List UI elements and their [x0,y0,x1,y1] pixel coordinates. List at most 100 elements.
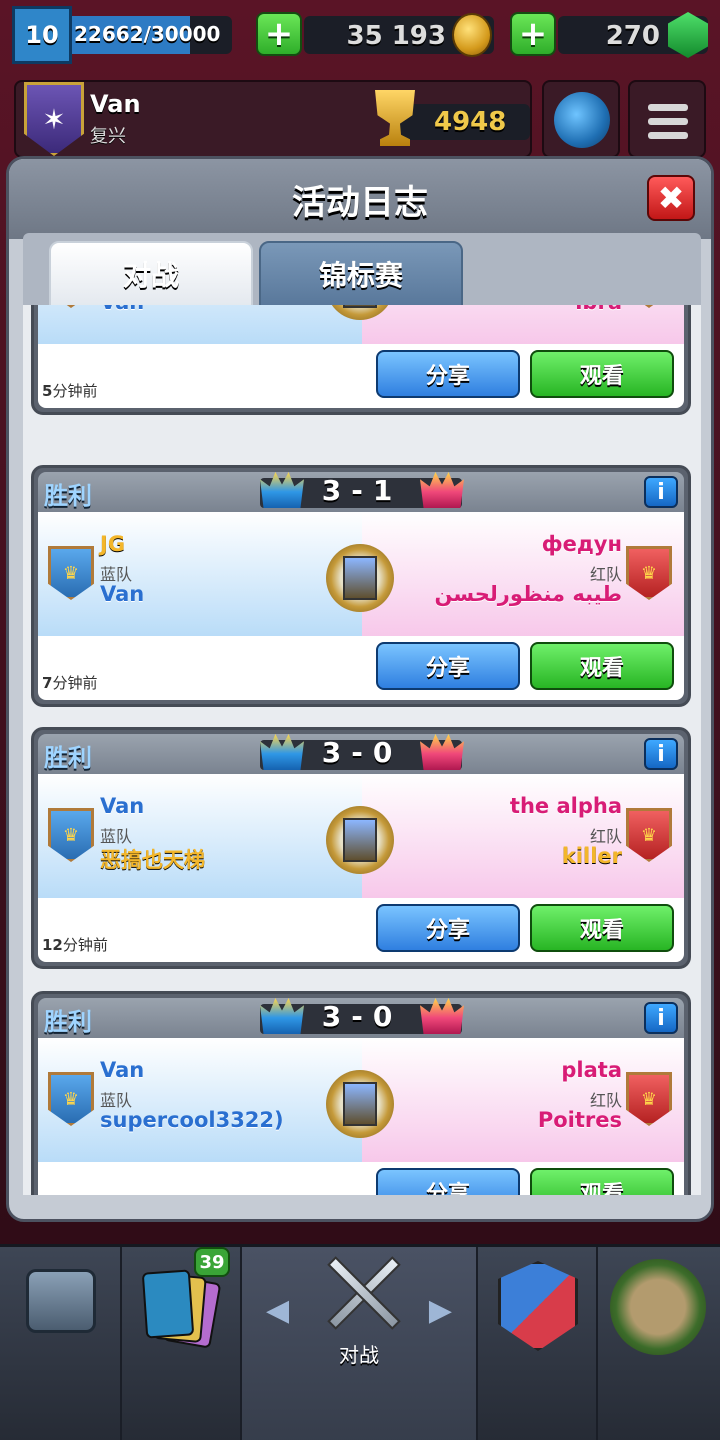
battle-card-footer: 5分钟前 分享 观看 [38,344,684,408]
watch-replay-button[interactable]: 观看 [530,1168,674,1195]
red-team-shield-icon: ♛ [626,1072,672,1126]
blue-team-shield-icon: ♛ [48,808,94,862]
battle-card-body: ♛ JG 蓝队 Van ♛ федун 红队 طيبه منظورلحسن [38,512,684,636]
clan-name: 复兴 [90,126,126,147]
nav-events[interactable] [598,1247,720,1440]
blue-player-top: Van [100,794,145,818]
blue-team-panel: ♛ Van 蓝队 supercool3322) [38,1038,362,1162]
watch-replay-button[interactable]: 观看 [530,904,674,952]
battle-card-body: ♛ Van 蓝队 supercool3322) ♛ plata 红队 Poitr… [38,1038,684,1162]
blue-player-bottom: Van [100,582,145,606]
nav-cards[interactable]: 39 [122,1247,242,1440]
watch-replay-button[interactable]: 观看 [530,642,674,690]
events-laurel-icon [610,1259,706,1355]
modal-header: 活动日志 ✖ [9,159,711,239]
crossed-swords-icon [322,1247,402,1337]
battle-score: 3-1 [321,474,403,507]
battle-card-header: 胜利 3-0 i [38,998,684,1038]
battle-card-body: ♛ 蓝队 Van ♛ 红队 ibra [38,305,684,344]
battle-card: ♛ 蓝队 Van ♛ 红队 ibra 5分钟前 分享 观看 [31,305,691,415]
info-icon[interactable]: i [644,476,678,508]
battle-card-header: 胜利 3-1 i [38,472,684,512]
arrow-left-icon[interactable]: ◀ [266,1293,289,1328]
red-player-top: the alpha [509,794,622,818]
arena-badge-icon [326,544,394,612]
share-button[interactable]: 分享 [376,904,520,952]
share-button[interactable]: 分享 [376,1168,520,1195]
arena-badge-icon [326,806,394,874]
tab-tournaments[interactable]: 锦标赛 [259,241,463,307]
blue-player-top: JG [100,532,126,556]
blue-team-panel: ♛ 蓝队 Van [38,305,362,344]
red-player-bottom: killer [561,844,622,868]
trophy-count: 4948 [434,107,507,137]
battle-result: 胜利 [44,744,92,772]
arena-badge-icon [326,1070,394,1138]
red-team-shield-icon: ♛ [626,305,672,308]
buy-gems-button[interactable]: + [510,12,556,56]
battle-card: 胜利 3-1 i ♛ JG 蓝队 Van ♛ федун 红队 طيبه منظ… [31,465,691,707]
clan-shield-icon [498,1261,578,1351]
red-player-top: федун [541,532,622,556]
watch-replay-button[interactable]: 观看 [530,350,674,398]
xp-bar: 22662/30000 [60,16,232,54]
battle-log-modal: 活动日志 ✖ 对战 锦标赛 ♛ 蓝队 Van ♛ 红队 ibra [6,156,714,1222]
globe-icon [554,92,610,148]
red-player-bottom: Poitres [537,1108,622,1132]
close-button[interactable]: ✖ [647,175,695,221]
nav-shop[interactable] [0,1247,122,1440]
battle-card-footer: 分享 观看 [38,1162,684,1195]
menu-icon [648,104,688,146]
cards-icon [141,1269,222,1349]
blue-team-panel: ♛ JG 蓝队 Van [38,512,362,636]
buy-gold-button[interactable]: + [256,12,302,56]
battle-time: 12分钟前 [42,936,108,954]
nav-clan[interactable] [478,1247,598,1440]
nav-battle-label: 对战 [339,1343,379,1367]
battle-result: 胜利 [44,1008,92,1036]
blue-team-shield-icon: ♛ [48,546,94,600]
battle-card-header: 胜利 3-0 i [38,734,684,774]
battle-score: 3-0 [321,736,403,769]
red-team-panel: ♛ федун 红队 طيبه منظورلحسن [362,512,684,636]
clan-badge-icon: ✶ [24,82,84,156]
battle-card: 胜利 3-0 i ♛ Van 蓝队 恶搞也天梯 ♛ the alpha 红队 k… [31,727,691,969]
arrow-right-icon[interactable]: ▶ [429,1293,452,1328]
share-button[interactable]: 分享 [376,642,520,690]
chest-icon [26,1269,96,1333]
tab-battles[interactable]: 对战 [49,241,253,307]
level-badge[interactable]: 10 [12,6,72,64]
red-player-bottom: ibra [575,305,622,314]
red-player-top: plata [561,1058,622,1082]
info-icon[interactable]: i [644,1002,678,1034]
battle-card: 胜利 3-0 i ♛ Van 蓝队 supercool3322) ♛ plata… [31,991,691,1195]
red-player-bottom: طيبه منظورلحسن [434,582,622,606]
tab-bar: 对战 锦标赛 [23,233,701,307]
gems-amount: 270 [605,21,660,51]
share-button[interactable]: 分享 [376,350,520,398]
battle-card-footer: 7分钟前 分享 观看 [38,636,684,700]
blue-player-top: Van [100,1058,145,1082]
blue-team-shield-icon: ♛ [48,305,94,308]
red-team-panel: ♛ 红队 ibra [362,305,684,344]
red-team-shield-icon: ♛ [626,546,672,600]
battle-result: 胜利 [44,482,92,510]
blue-team-shield-icon: ♛ [48,1072,94,1126]
battle-score: 3-0 [321,1000,403,1033]
gold-coin-icon [452,13,492,57]
blue-player-bottom: supercool3322) [100,1108,284,1132]
battle-card-body: ♛ Van 蓝队 恶搞也天梯 ♛ the alpha 红队 killer [38,774,684,898]
player-name: Van [90,90,141,118]
battle-list[interactable]: ♛ 蓝队 Van ♛ 红队 ibra 5分钟前 分享 观看 [23,305,701,1195]
card-count-badge: 39 [194,1247,230,1277]
battle-card-footer: 12分钟前 分享 观看 [38,898,684,962]
red-team-panel: ♛ plata 红队 Poitres [362,1038,684,1162]
info-icon[interactable]: i [644,738,678,770]
profile-panel[interactable]: ✶ Van 复兴 4948 [14,80,532,158]
leaderboard-button[interactable] [542,80,620,158]
nav-battle[interactable]: ◀ ▶ 对战 [242,1247,478,1440]
menu-button[interactable] [628,80,706,158]
xp-text: 22662/30000 [74,22,221,46]
red-team-panel: ♛ the alpha 红队 killer [362,774,684,898]
gold-amount: 35 193 [346,21,446,51]
